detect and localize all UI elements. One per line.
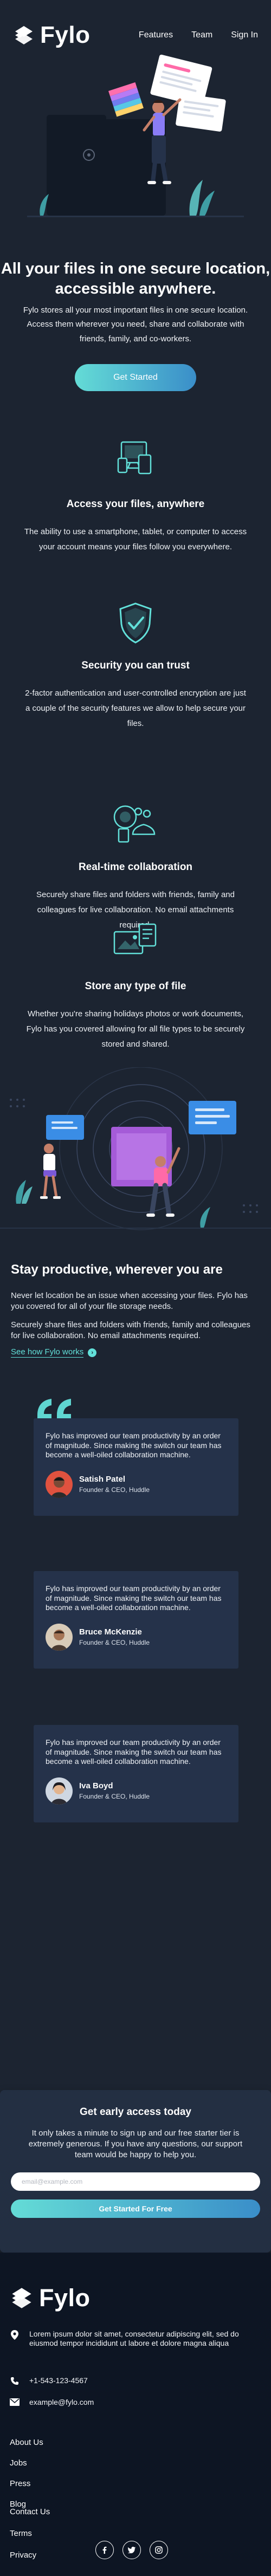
author-name: Iva Boyd [79,1781,113,1790]
instagram-link[interactable] [150,2541,168,2559]
footer-address: Lorem ipsum dolor sit amet, consectetur … [10,2330,259,2348]
nav-team[interactable]: Team [191,30,212,41]
fylo-logo-icon [15,26,33,44]
brand-name: Fylo [40,22,91,48]
author-role: Founder & CEO, Huddle [79,1793,150,1800]
feature-description: Whether you're sharing holidays photos o… [26,1009,245,1049]
footer-link-jobs[interactable]: Jobs [10,2458,27,2468]
nav-sign-in[interactable]: Sign In [231,30,258,41]
feature-title: Real-time collaboration [78,861,193,873]
avatar [46,1470,73,1498]
location-pin-icon [10,2330,20,2348]
author-name: Bruce McKenzie [79,1627,142,1637]
facebook-link[interactable] [95,2541,114,2559]
testimonial-card: Fylo has improved our team productivity … [34,1418,238,1516]
early-access-description: It only takes a minute to sign up and ou… [28,2129,243,2159]
testimonial-card: Fylo has improved our team productivity … [34,1725,238,1822]
get-started-free-button[interactable]: Get Started For Free [11,2199,260,2218]
productive-title: Stay productive, wherever you are [11,1262,223,1277]
productive-illustration [0,1067,271,1230]
phone-text[interactable]: +1-543-123-4567 [29,2376,88,2385]
feature-title: Security you can trust [81,660,190,671]
testimonial-text: Fylo has improved our team productivity … [46,1584,222,1612]
early-access-title: Get early access today [80,2106,191,2118]
feature-title: Store any type of file [85,981,186,992]
see-how-fylo-works-link[interactable]: See how Fylo works › [11,1347,97,1358]
footer-email: example@fylo.com [10,2398,259,2407]
landing-page: Fylo Features Team Sign In All your file… [0,0,271,2576]
twitter-icon [128,2547,136,2553]
feature-title: Access your files, anywhere [66,498,205,510]
author-role: Founder & CEO, Huddle [79,1639,150,1646]
footer-link-contact-us[interactable]: Contact Us [10,2507,50,2516]
footer-link-about-us[interactable]: About Us [10,2438,43,2447]
social-links [95,2541,168,2559]
collaboration-icon [113,805,156,843]
arrow-right-icon: › [88,1348,97,1357]
testimonial-card: Fylo has improved our team productivity … [34,1571,238,1669]
devices-icon [117,441,152,475]
testimonial-author: Iva Boyd Founder & CEO, Huddle [46,1777,227,1805]
feature-access-anywhere: Access your files, anywhere The ability … [0,439,271,563]
mail-icon [10,2398,20,2407]
footer-phone: +1-543-123-4567 [10,2376,259,2385]
get-started-button[interactable]: Get Started [75,364,196,391]
feature-description: 2-factor authentication and user-control… [25,689,246,728]
hero-illustration [27,54,244,217]
shield-check-icon [119,602,152,644]
brand-name: Fylo [39,2284,91,2312]
footer-link-terms[interactable]: Terms [10,2529,32,2538]
phone-icon [10,2376,20,2385]
footer-logo[interactable]: Fylo [10,2284,91,2312]
hero-title: All your files in one secure location, a… [1,260,270,297]
feature-description: The ability to use a smartphone, tablet,… [24,527,247,551]
twitter-link[interactable] [122,2541,141,2559]
site-footer: Fylo Lorem ipsum dolor sit amet, consect… [0,2253,271,2576]
hero-description: Fylo stores all your most important file… [23,306,248,343]
testimonial-author: Satish Patel Founder & CEO, Huddle [46,1470,227,1498]
address-text: Lorem ipsum dolor sit amet, consectetur … [29,2330,239,2347]
avatar [46,1623,73,1651]
link-label: See how Fylo works [11,1347,84,1358]
brand-logo[interactable]: Fylo [13,22,90,49]
main-nav: Features Team Sign In [139,30,258,41]
facebook-icon [101,2546,108,2554]
testimonial-text: Fylo has improved our team productivity … [46,1431,222,1459]
productive-paragraph-1: Never let location be an issue when acce… [11,1291,248,1311]
author-role: Founder & CEO, Huddle [79,1486,150,1494]
early-access-section: Get early access today It only takes a m… [0,2090,271,2253]
footer-link-privacy[interactable]: Privacy [10,2551,36,2560]
footer-link-press[interactable]: Press [10,2479,30,2488]
feature-collaboration: Real-time collaboration Securely share f… [0,802,271,930]
instagram-icon [155,2546,163,2554]
avatar [46,1777,73,1805]
feature-file-types: Store any type of file Whether you're sh… [0,921,271,1062]
author-name: Satish Patel [79,1475,126,1484]
testimonial-text: Fylo has improved our team productivity … [46,1738,222,1766]
email-text[interactable]: example@fylo.com [29,2398,94,2407]
feature-security: Security you can trust 2-factor authenti… [0,601,271,728]
file-types-icon [113,923,157,955]
productive-paragraph-2: Securely share files and folders with fr… [11,1320,250,1340]
email-input[interactable] [11,2172,260,2191]
nav-features[interactable]: Features [139,30,173,41]
fylo-logo-icon [12,2288,31,2308]
testimonial-author: Bruce McKenzie Founder & CEO, Huddle [46,1623,227,1651]
